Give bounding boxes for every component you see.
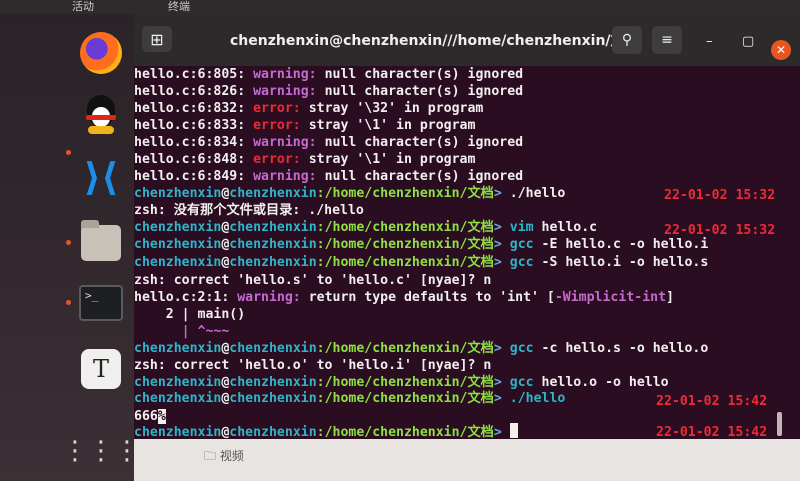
dock-item-qq[interactable] <box>76 90 126 140</box>
qq-icon <box>84 95 118 135</box>
output-line: hello.c:6:826: warning: null character(s… <box>134 84 524 99</box>
dock-item-typora[interactable]: T <box>76 344 126 394</box>
prompt-line: chenzhenxin@chenzhenxin:/home/chenzhenxi… <box>134 186 566 201</box>
output-line: zsh: correct 'hello.s' to 'hello.c' [nya… <box>134 273 492 288</box>
close-button[interactable]: ✕ <box>771 40 791 60</box>
search-button[interactable]: ⚲ <box>612 26 642 54</box>
output-line: hello.c:6:848: error: stray '\1' in prog… <box>134 152 476 167</box>
prompt-line: chenzhenxin@chenzhenxin:/home/chenzhenxi… <box>134 220 598 235</box>
window-title: chenzhenxin@chenzhenxin///home/chenzhenx… <box>230 33 639 49</box>
top-bar: 活动 终端 <box>0 0 800 14</box>
running-indicator <box>66 300 71 305</box>
maximize-button[interactable]: ▢ <box>742 34 754 49</box>
timestamp: 22-01-02 15:42 <box>656 394 768 409</box>
prompt-line: chenzhenxin@chenzhenxin:/home/chenzhenxi… <box>134 423 518 440</box>
dock-item-files[interactable] <box>76 218 126 268</box>
terminal-output[interactable]: hello.c:6:805: warning: null character(s… <box>134 66 800 440</box>
grid-icon: ⋮⋮⋮ <box>62 436 140 466</box>
vscode-icon: ⟩⟨ <box>83 155 119 199</box>
text-cursor <box>509 423 518 438</box>
output-line: | ^~~~ <box>134 324 230 339</box>
files-icon <box>81 220 121 261</box>
title-bar: ⊞ chenzhenxin@chenzhenxin///home/chenzhe… <box>134 14 800 66</box>
activities-button[interactable]: 活动 <box>72 0 94 14</box>
sidebar-item-videos[interactable]: 🗀 视频 <box>204 447 244 468</box>
dock-item-firefox[interactable] <box>76 28 126 78</box>
output-line: hello.c:6:805: warning: null character(s… <box>134 67 524 82</box>
firefox-icon <box>80 32 122 74</box>
new-tab-button[interactable]: ⊞ <box>142 26 172 52</box>
prompt-line: chenzhenxin@chenzhenxin:/home/chenzhenxi… <box>134 341 709 356</box>
show-apps-button[interactable]: ⋮⋮⋮ <box>62 426 140 476</box>
prompt-line: chenzhenxin@chenzhenxin:/home/chenzhenxi… <box>134 237 709 252</box>
close-icon: ✕ <box>775 43 787 57</box>
new-tab-icon: ⊞ <box>150 29 164 49</box>
dock: ⟩⟨ >_ T ⋮⋮⋮ <box>0 14 140 481</box>
menu-button[interactable]: ≡ <box>652 26 682 54</box>
prompt-line: chenzhenxin@chenzhenxin:/home/chenzhenxi… <box>134 255 709 270</box>
dock-item-terminal[interactable]: >_ <box>76 278 126 328</box>
typora-icon: T <box>81 349 121 389</box>
search-icon: ⚲ <box>621 32 633 48</box>
dock-item-vscode[interactable]: ⟩⟨ <box>76 152 126 202</box>
scrollbar[interactable] <box>777 412 782 436</box>
output-line: hello.c:6:832: error: stray '\32' in pro… <box>134 101 484 116</box>
output-line: 2 | main() <box>134 307 246 322</box>
output-line: zsh: correct 'hello.o' to 'hello.i' [nya… <box>134 358 492 373</box>
terminal-icon: >_ <box>79 285 123 321</box>
prompt-line: chenzhenxin@chenzhenxin:/home/chenzhenxi… <box>134 391 566 406</box>
timestamp: 22-01-02 15:32 <box>664 188 776 203</box>
minimize-button[interactable]: – <box>706 34 713 49</box>
prompt-line: chenzhenxin@chenzhenxin:/home/chenzhenxi… <box>134 375 669 390</box>
running-indicator <box>66 150 71 155</box>
output-line: hello.c:6:849: warning: null character(s… <box>134 169 524 184</box>
running-indicator <box>66 240 71 245</box>
output-line: zsh: 没有那个文件或目录: ./hello <box>134 203 364 218</box>
background-file-manager: 🗀 视频 <box>134 439 800 481</box>
app-menu[interactable]: 终端 <box>168 0 190 14</box>
terminal-window: ⊞ chenzhenxin@chenzhenxin///home/chenzhe… <box>134 14 800 440</box>
output-line: hello.c:6:834: warning: null character(s… <box>134 135 524 150</box>
output-line: hello.c:2:1: warning: return type defaul… <box>134 290 674 305</box>
folder-icon: 🗀 <box>204 449 220 463</box>
hamburger-icon: ≡ <box>661 32 673 48</box>
output-line: hello.c:6:833: error: stray '\1' in prog… <box>134 118 476 133</box>
